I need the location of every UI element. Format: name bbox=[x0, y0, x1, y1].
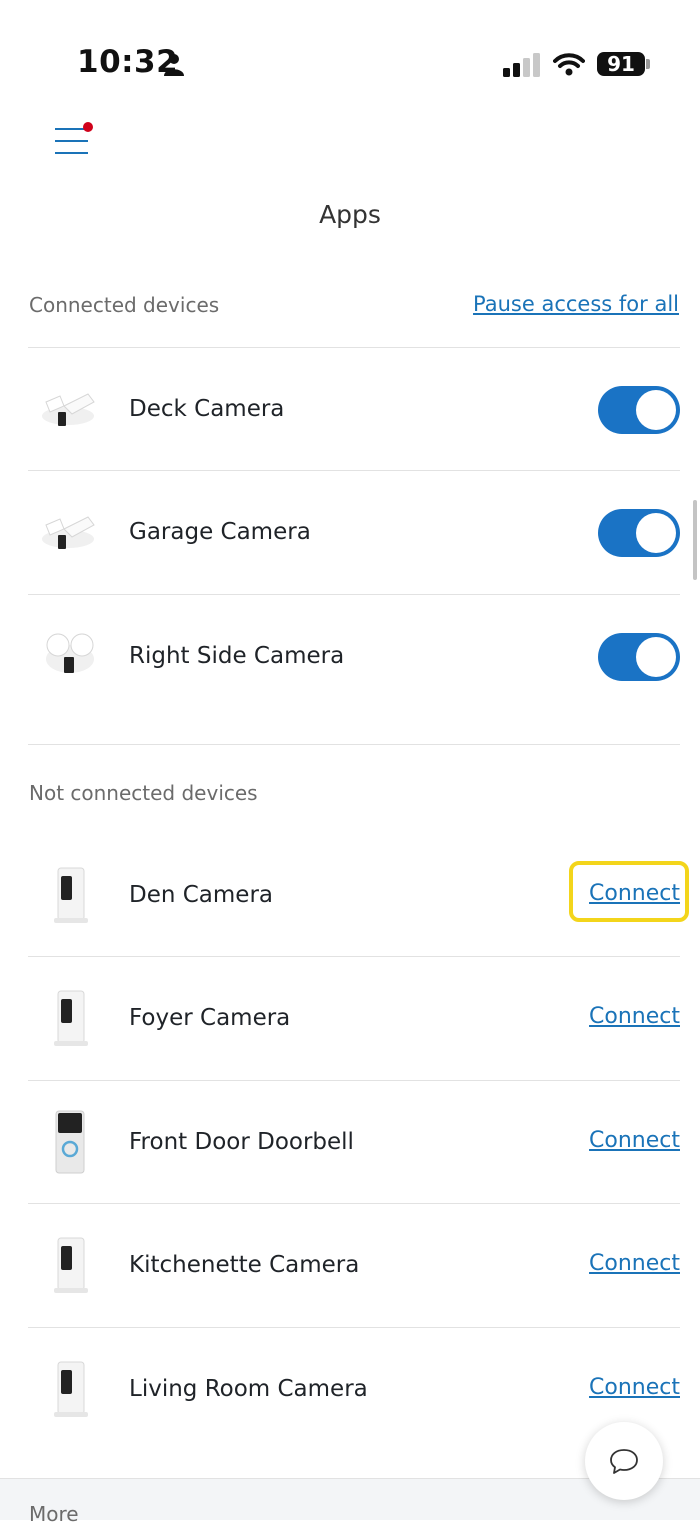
battery-cap bbox=[646, 59, 650, 69]
highlight-box bbox=[569, 861, 689, 922]
menu-icon-line bbox=[55, 140, 88, 142]
device-name: Den Camera bbox=[129, 882, 274, 908]
connect-link[interactable]: Connect bbox=[589, 1004, 680, 1029]
not-connected-devices-label: Not connected devices bbox=[29, 781, 258, 805]
scrollbar[interactable] bbox=[693, 500, 697, 580]
wifi-icon bbox=[553, 53, 585, 76]
device-name: Garage Camera bbox=[129, 519, 311, 545]
access-toggle[interactable] bbox=[598, 633, 680, 681]
page-title: Apps bbox=[319, 200, 381, 229]
toggle-knob bbox=[636, 637, 676, 677]
menu-icon-line bbox=[55, 152, 88, 154]
device-row-foyer-camera: Foyer Camera Connect bbox=[28, 957, 680, 1080]
device-row-front-door-doorbell: Front Door Doorbell Connect bbox=[28, 1081, 680, 1204]
connect-link[interactable]: Connect bbox=[589, 1251, 680, 1276]
notification-dot bbox=[83, 122, 93, 132]
pause-access-for-all-link[interactable]: Pause access for all bbox=[473, 292, 679, 316]
device-name: Living Room Camera bbox=[129, 1376, 368, 1402]
more-label: More bbox=[29, 1502, 79, 1526]
connected-devices-label: Connected devices bbox=[29, 293, 220, 317]
device-name: Front Door Doorbell bbox=[129, 1129, 354, 1155]
device-name: Right Side Camera bbox=[129, 643, 345, 669]
chat-button[interactable] bbox=[585, 1422, 663, 1500]
divider bbox=[28, 744, 680, 745]
floodlight-camera-icon bbox=[46, 633, 94, 673]
device-name: Deck Camera bbox=[129, 396, 285, 422]
stick-up-camera-icon bbox=[54, 1361, 88, 1417]
video-doorbell-icon bbox=[55, 1110, 85, 1174]
stick-up-camera-icon bbox=[54, 990, 88, 1046]
floodlight-camera-icon bbox=[42, 393, 95, 426]
status-bar: 10:32 91 bbox=[0, 0, 700, 110]
device-row-kitchenette-camera: Kitchenette Camera Connect bbox=[28, 1204, 680, 1327]
access-toggle[interactable] bbox=[598, 509, 680, 557]
device-row-deck-camera[interactable]: Deck Camera bbox=[28, 348, 680, 471]
menu-button[interactable] bbox=[50, 118, 100, 163]
device-row-right-side-camera[interactable]: Right Side Camera bbox=[28, 595, 680, 718]
toggle-knob bbox=[636, 390, 676, 430]
device-name: Kitchenette Camera bbox=[129, 1252, 360, 1278]
stick-up-camera-icon bbox=[54, 867, 88, 923]
access-toggle[interactable] bbox=[598, 386, 680, 434]
stick-up-camera-icon bbox=[54, 1237, 88, 1293]
connect-link[interactable]: Connect bbox=[589, 1128, 680, 1153]
toggle-knob bbox=[636, 513, 676, 553]
device-row-garage-camera[interactable]: Garage Camera bbox=[28, 471, 680, 594]
device-name: Foyer Camera bbox=[129, 1005, 291, 1031]
connect-link[interactable]: Connect bbox=[589, 1375, 680, 1400]
battery-indicator: 91 bbox=[597, 52, 645, 76]
person-icon bbox=[164, 54, 184, 76]
floodlight-camera-icon bbox=[42, 516, 95, 549]
cellular-signal-icon bbox=[503, 53, 540, 77]
device-row-living-room-camera: Living Room Camera Connect bbox=[28, 1328, 680, 1451]
chat-bubble-icon bbox=[610, 1449, 638, 1474]
